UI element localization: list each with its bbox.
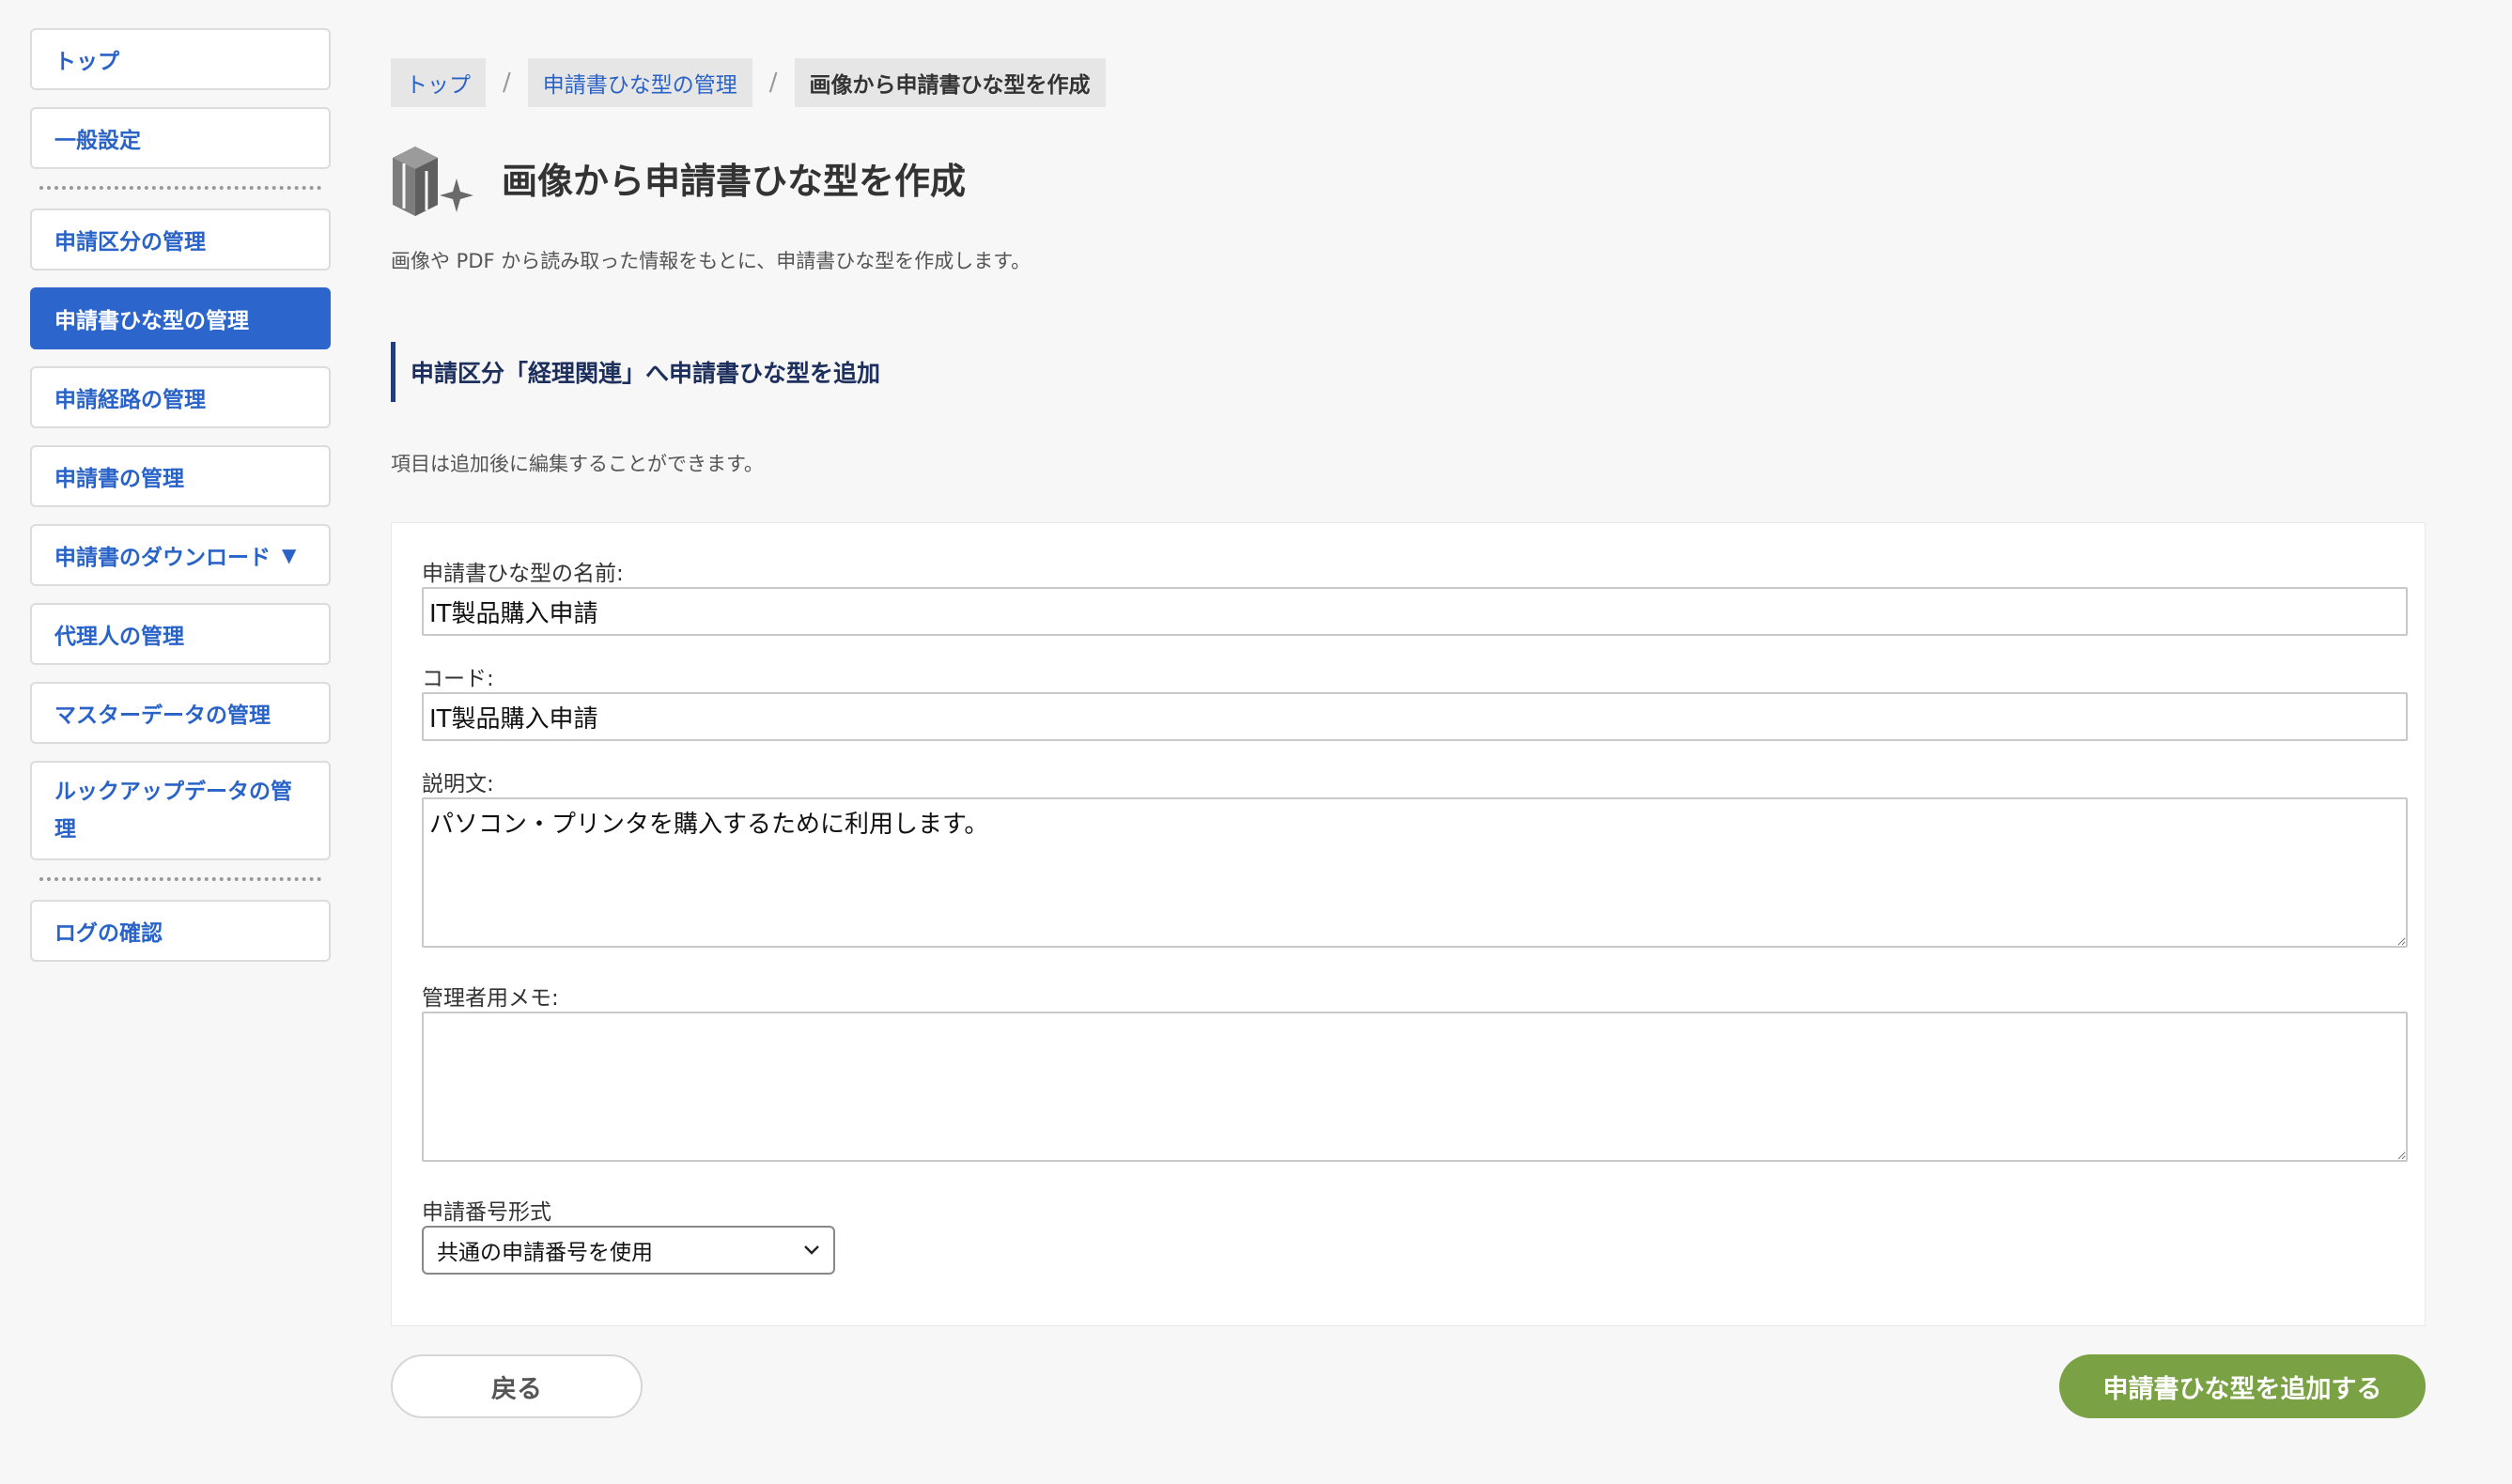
sidebar-item-label: 一般設定 <box>54 129 141 153</box>
section-heading: 申請区分「経理関連」へ申請書ひな型を追加 <box>391 342 880 402</box>
sidebar-item-label: 申請経路の管理 <box>54 388 206 412</box>
sidebar-item-general-settings[interactable]: 一般設定 <box>30 107 331 169</box>
breadcrumb-template-management-link[interactable]: 申請書ひな型の管理 <box>527 58 752 107</box>
ai-template-icon <box>393 147 473 216</box>
sidebar-nav: トップ 一般設定 申請区分の管理 申請書ひな型の管理 申請経路の管理 申請書の管… <box>30 28 331 979</box>
sidebar-item-lookup-data[interactable]: ルックアップデータの管理 <box>30 761 331 860</box>
template-form: 申請書ひな型の名前: コード: 説明文: パソコン・プリンタを購入するために利用… <box>391 522 2426 1326</box>
caret-down-icon: ▼ <box>282 544 297 566</box>
description-textarea[interactable]: パソコン・プリンタを購入するために利用します。 <box>422 797 2408 948</box>
sidebar-item-template-management[interactable]: 申請書ひな型の管理 <box>30 287 331 349</box>
page-header: 画像から申請書ひな型を作成 <box>389 135 966 220</box>
sidebar-item-label: 代理人の管理 <box>54 625 184 649</box>
number-format-select[interactable]: 共通の申請番号を使用 <box>422 1226 835 1275</box>
sidebar-item-label: 申請書ひな型の管理 <box>54 309 249 333</box>
back-button[interactable]: 戻る <box>391 1354 643 1418</box>
add-template-button[interactable]: 申請書ひな型を追加する <box>2059 1354 2426 1418</box>
template-name-input[interactable] <box>422 587 2408 636</box>
sidebar-item-label: ログの確認 <box>54 921 163 946</box>
sidebar-divider <box>39 186 321 190</box>
section-note: 項目は追加後に編集することができます。 <box>391 453 764 475</box>
sidebar-item-label: トップ <box>54 50 119 74</box>
sidebar-item-label: ルックアップデータの管理 <box>54 780 292 842</box>
page-title: 画像から申請書ひな型を作成 <box>502 160 967 202</box>
sidebar-item-top[interactable]: トップ <box>30 28 331 90</box>
page-description: 画像や PDF から読み取った情報をもとに、申請書ひな型を作成します。 <box>391 250 1031 272</box>
sidebar-item-master-data[interactable]: マスターデータの管理 <box>30 682 331 744</box>
name-label: 申請書ひな型の名前: <box>422 562 624 586</box>
sidebar-item-category-management[interactable]: 申請区分の管理 <box>30 209 331 271</box>
sidebar-item-label: 申請区分の管理 <box>54 230 206 255</box>
chevron-down-icon <box>804 1245 819 1255</box>
breadcrumb: トップ / 申請書ひな型の管理 / 画像から申請書ひな型を作成 <box>391 58 1106 107</box>
breadcrumb-separator: / <box>768 69 778 97</box>
breadcrumb-top-link[interactable]: トップ <box>391 58 486 107</box>
sidebar-item-form-management[interactable]: 申請書の管理 <box>30 445 331 507</box>
sidebar-item-label: マスターデータの管理 <box>54 703 271 728</box>
number-format-label: 申請番号形式 <box>422 1200 551 1225</box>
sidebar-item-label: 申請書のダウンロード <box>54 546 271 570</box>
sidebar-item-route-management[interactable]: 申請経路の管理 <box>30 366 331 428</box>
sidebar-item-download[interactable]: 申請書のダウンロード ▼ <box>30 524 331 586</box>
description-label: 説明文: <box>422 772 494 796</box>
breadcrumb-separator: / <box>503 69 511 97</box>
sidebar-item-proxy-management[interactable]: 代理人の管理 <box>30 603 331 665</box>
sidebar-item-label: 申請書の管理 <box>54 467 184 491</box>
memo-label: 管理者用メモ: <box>422 986 559 1011</box>
breadcrumb-current: 画像から申請書ひな型を作成 <box>794 58 1106 107</box>
sidebar-divider <box>39 877 321 881</box>
code-input[interactable] <box>422 692 2408 741</box>
number-format-selected: 共通の申請番号を使用 <box>437 1241 653 1265</box>
admin-memo-textarea[interactable] <box>422 1012 2408 1162</box>
sidebar-item-logs[interactable]: ログの確認 <box>30 900 331 962</box>
code-label: コード: <box>422 667 494 691</box>
